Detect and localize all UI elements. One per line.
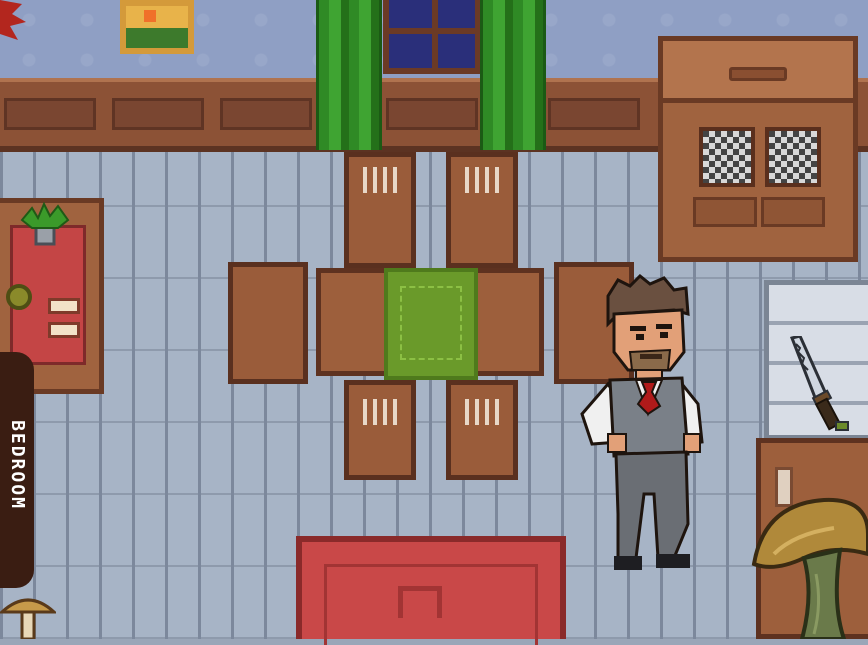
wainscot-inset: [548, 98, 640, 130]
chair-slats: [363, 399, 401, 425]
chair-slats: [465, 399, 503, 425]
rug-cat-emblem: [398, 586, 442, 618]
potted-plant-icon[interactable]: [18, 202, 72, 246]
cabinet-glass-right: [765, 127, 821, 187]
chair-top-right[interactable]: [446, 152, 518, 268]
chair-bottom-left[interactable]: [344, 380, 416, 480]
table-runner: [384, 268, 478, 380]
mushroom-icon[interactable]: [744, 494, 868, 639]
window-frame-vertical: [432, 0, 438, 68]
book[interactable]: [48, 298, 80, 314]
painting-hill: [126, 28, 188, 48]
red-splat-icon: [0, 0, 26, 40]
night-window[interactable]: [383, 0, 481, 74]
knife-icon[interactable]: [786, 336, 852, 432]
chair-bottom-right[interactable]: [446, 380, 518, 480]
chair-slats: [465, 167, 503, 193]
china-cabinet[interactable]: [658, 36, 858, 262]
chair-slats: [363, 167, 401, 193]
red-rug[interactable]: [296, 536, 566, 645]
cabinet-drawer-left[interactable]: [693, 197, 757, 227]
cabinet-handle: [729, 67, 787, 81]
window-frame-horizontal: [389, 28, 475, 34]
small-mushroom-icon[interactable]: [0, 590, 56, 639]
chair-top-left[interactable]: [344, 152, 416, 268]
chair-left[interactable]: [228, 262, 308, 384]
bedroom-tab-label[interactable]: BEDROOM: [4, 394, 30, 536]
cabinet-top: [663, 41, 853, 103]
book[interactable]: [48, 322, 80, 338]
wainscot-inset: [4, 98, 96, 130]
cabinet-glass-left: [699, 127, 755, 187]
wainscot-inset: [112, 98, 204, 130]
cabinet-drawer-right[interactable]: [761, 197, 825, 227]
curtain-left[interactable]: [316, 0, 382, 150]
table-runner-pattern: [400, 286, 462, 360]
curtain-right[interactable]: [480, 0, 546, 150]
detective-character[interactable]: [578, 274, 712, 574]
cabinet-divider: [769, 321, 868, 325]
landscape-painting[interactable]: [120, 0, 194, 54]
painting-sun: [144, 10, 156, 22]
wainscot-inset: [386, 98, 478, 130]
wainscot-inset: [220, 98, 312, 130]
shelf-knob[interactable]: [6, 284, 32, 310]
